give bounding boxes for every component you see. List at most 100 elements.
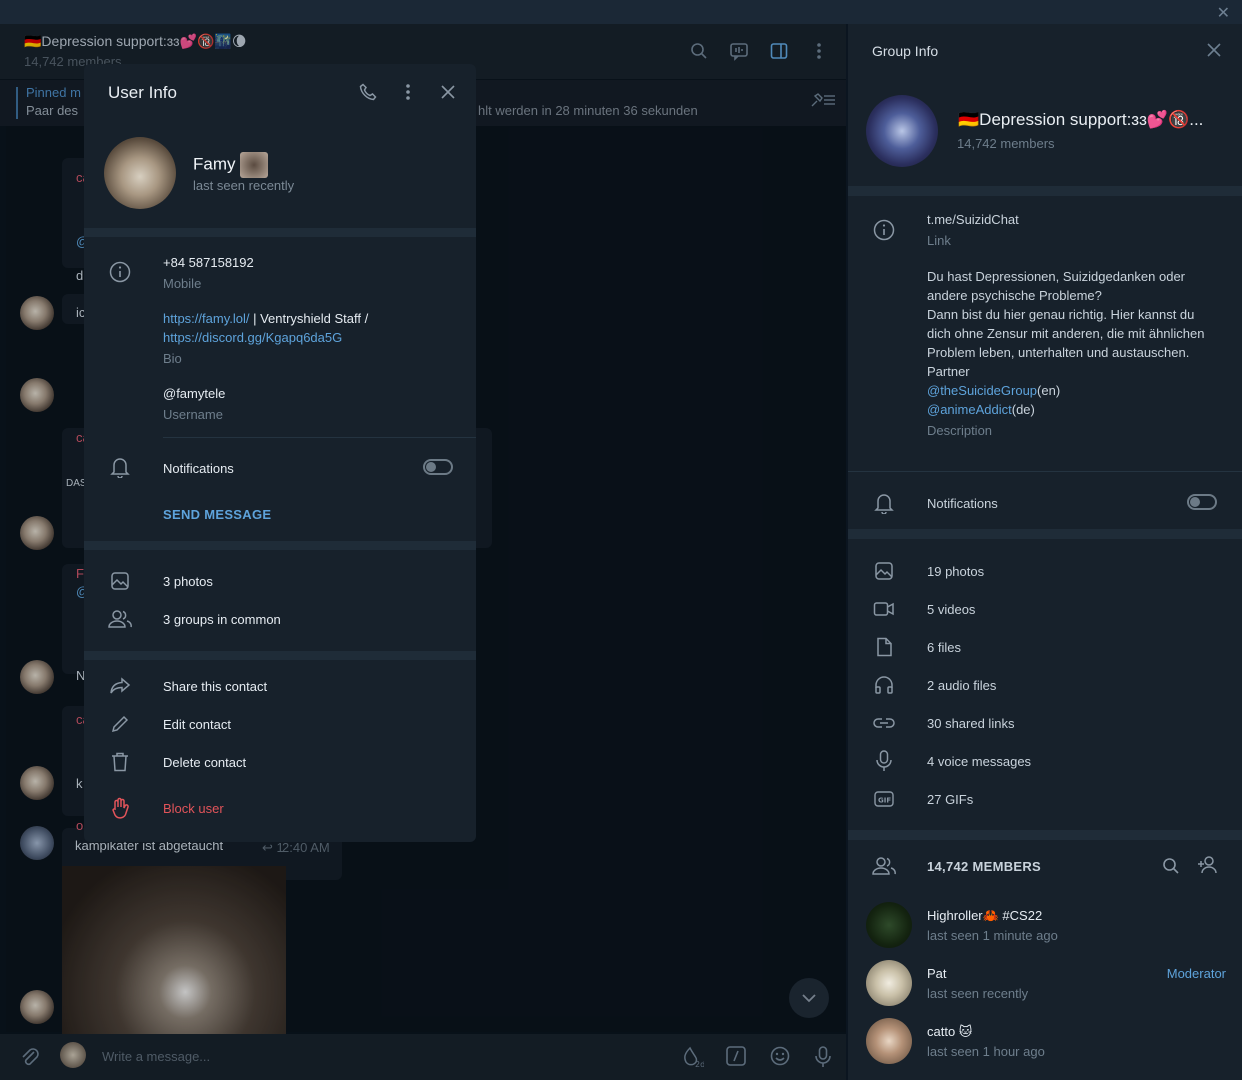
member-row[interactable]: Highroller🦀 #CS22 last seen 1 minute ago (866, 902, 1226, 952)
share-contact-button[interactable]: Share this contact (163, 679, 267, 694)
description-line: Du hast Depressionen, Suizidgedanken ode… (927, 269, 1186, 303)
member-status: last seen 1 minute ago (927, 928, 1058, 943)
section-divider (84, 651, 476, 660)
group-info-panel: Group Info 🇩🇪Depression support:ɜɜ💕🔞... … (848, 24, 1242, 1080)
description-line: Dann bist du hier genau richtig. Hier ka… (927, 307, 1205, 360)
emoji-status-icon (239, 152, 268, 178)
more-vertical-icon[interactable] (398, 82, 418, 102)
partner-link[interactable]: @animeAddict (927, 402, 1012, 417)
member-avatar (866, 960, 912, 1006)
shared-photos-link[interactable]: 3 photos (163, 574, 213, 589)
member-row[interactable]: catto 🐱 last seen 1 hour ago (866, 1018, 1226, 1068)
edit-contact-button[interactable]: Edit contact (163, 717, 231, 732)
media-photos[interactable]: 19 photos (927, 564, 984, 579)
svg-text:GIF: GIF (878, 797, 891, 805)
group-avatar[interactable] (866, 95, 938, 167)
group-link[interactable]: t.me/SuizidChat (927, 212, 1019, 227)
dialog-title: User Info (108, 83, 177, 102)
username[interactable]: @famytele (163, 386, 225, 401)
media-voice[interactable]: 4 voice messages (927, 754, 1031, 769)
bio-link-discord[interactable]: https://discord.gg/Kgapq6da5G (163, 330, 342, 345)
section-divider (848, 830, 1242, 840)
member-avatar (866, 902, 912, 948)
bio-link-discord-row: https://discord.gg/Kgapq6da5G (163, 330, 342, 345)
groups-in-common-link[interactable]: 3 groups in common (163, 612, 281, 627)
user-info-dialog: User Info Famy last seen recently +84 58… (84, 64, 476, 842)
group-description: Du hast Depressionen, Suizidgedanken ode… (927, 267, 1217, 440)
member-status: last seen recently (927, 986, 1029, 1001)
close-icon[interactable] (438, 82, 458, 102)
trash-icon (108, 750, 132, 774)
close-icon[interactable] (1206, 42, 1222, 61)
window-titlebar: ✕ (0, 0, 1242, 24)
block-hand-icon (108, 796, 132, 820)
row-divider (163, 437, 476, 438)
video-icon (872, 597, 896, 621)
add-member-icon[interactable] (1197, 855, 1219, 878)
media-videos[interactable]: 5 videos (927, 602, 975, 617)
microphone-icon (872, 749, 896, 773)
group-member-count: 14,742 members (957, 136, 1055, 151)
gif-icon: GIF (872, 787, 896, 811)
member-name: Highroller🦀 #CS22 (927, 908, 1043, 923)
window-close-icon[interactable]: ✕ (1217, 3, 1230, 23)
user-avatar[interactable] (104, 137, 176, 209)
bio-link-website[interactable]: https://famy.lol/ (163, 311, 249, 326)
section-divider (84, 541, 476, 550)
section-divider (84, 228, 476, 237)
file-icon (872, 635, 896, 659)
members-header: 14,742 MEMBERS (927, 859, 1042, 874)
panel-title: Group Info (872, 43, 939, 59)
partner-line: @theSuicideGroup(en) (927, 381, 1217, 400)
notifications-toggle[interactable] (1187, 494, 1217, 510)
partner-line: @animeAddict(de) (927, 400, 1217, 419)
members-icon (872, 854, 896, 878)
member-row[interactable]: Pat last seen recently Moderator (866, 960, 1226, 1010)
photo-icon (872, 559, 896, 583)
phone-call-icon[interactable] (358, 82, 378, 102)
notifications-label: Notifications (927, 496, 998, 511)
partner-link[interactable]: @theSuicideGroup (927, 383, 1037, 398)
link-icon (872, 711, 896, 735)
member-name: Pat (927, 966, 947, 981)
photo-icon (108, 569, 132, 593)
member-status: last seen 1 hour ago (927, 1044, 1045, 1059)
info-icon (108, 260, 132, 284)
user-name: Famy (193, 154, 236, 174)
media-audio[interactable]: 2 audio files (927, 678, 996, 693)
bell-icon (872, 491, 896, 515)
row-divider (848, 471, 1242, 472)
groups-icon (108, 607, 132, 631)
user-status: last seen recently (193, 178, 295, 193)
send-message-button[interactable]: SEND MESSAGE (163, 507, 271, 522)
bio-text: https://famy.lol/ | Ventryshield Staff / (163, 311, 453, 326)
group-name: 🇩🇪Depression support:ɜɜ💕🔞... (958, 110, 1204, 129)
section-divider (848, 186, 1242, 196)
headphones-icon (872, 673, 896, 697)
bio-label: Bio (163, 351, 182, 366)
section-divider (848, 529, 1242, 539)
phone-label: Mobile (163, 276, 202, 291)
member-role-badge: Moderator (1166, 966, 1226, 981)
info-icon (872, 218, 896, 242)
description-label: Description (927, 423, 993, 438)
partner-lang: (de) (1011, 402, 1035, 417)
delete-contact-button[interactable]: Delete contact (163, 755, 246, 770)
notifications-toggle[interactable] (423, 459, 453, 475)
username-label: Username (163, 407, 223, 422)
bio-text-middle: | Ventryshield Staff / (249, 311, 369, 326)
media-files[interactable]: 6 files (927, 640, 961, 655)
phone-number[interactable]: +84 587158192 (163, 255, 254, 270)
media-links[interactable]: 30 shared links (927, 716, 1014, 731)
user-name-row: Famy (193, 152, 268, 178)
media-gifs[interactable]: 27 GIFs (927, 792, 973, 807)
member-avatar (866, 1018, 912, 1064)
block-user-button[interactable]: Block user (163, 801, 224, 816)
description-line: Partner (927, 364, 970, 379)
bell-icon (108, 455, 132, 479)
share-icon (108, 674, 132, 698)
partner-lang: (en) (1037, 383, 1061, 398)
member-name: catto 🐱 (927, 1024, 973, 1039)
notifications-label: Notifications (163, 461, 234, 476)
search-icon[interactable] (1162, 857, 1180, 878)
